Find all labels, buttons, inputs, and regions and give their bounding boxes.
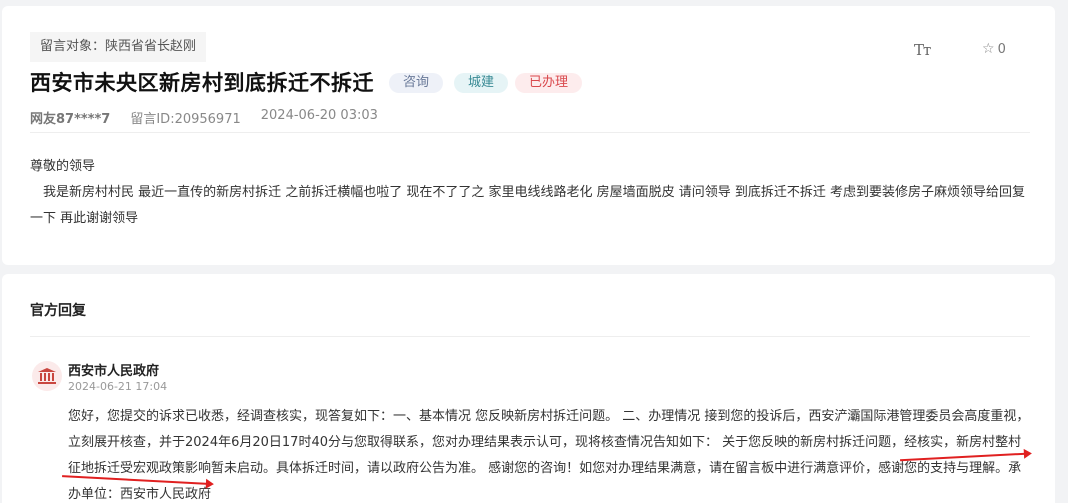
favorite-count: 0 xyxy=(997,41,1006,57)
tag-urban-construction[interactable]: 城建 xyxy=(454,73,509,93)
divider xyxy=(30,336,1030,337)
reply-section-title: 官方回复 xyxy=(30,303,86,319)
font-size-icon[interactable]: Tт xyxy=(914,41,931,59)
message-user: 网友87****7 xyxy=(30,112,111,127)
message-id: 留言ID:20956971 xyxy=(130,112,241,127)
message-body: 尊敬的领导 我是新房村村民 最近一直传的新房村拆迁 之前拆迁横幅也啦了 现在不了… xyxy=(30,154,1035,232)
divider xyxy=(30,132,1030,133)
tag-consult[interactable]: 咨询 xyxy=(389,73,444,93)
reply-org-name: 西安市人民政府 xyxy=(68,364,160,379)
message-time: 2024-06-20 03:03 xyxy=(260,108,378,123)
message-card: 留言对象：陕西省省长赵刚 西安市未央区新房村到底拆迁不拆迁 咨询 城建 已办理 … xyxy=(2,6,1055,265)
favorite-button[interactable]: ☆ 0 xyxy=(982,41,1006,57)
star-icon: ☆ xyxy=(982,41,995,57)
message-meta: 网友87****7 留言ID:20956971 2024-06-20 03:03 xyxy=(30,108,378,127)
message-title: 西安市未央区新房村到底拆迁不拆迁 xyxy=(30,71,374,95)
message-target: 留言对象：陕西省省长赵刚 xyxy=(30,32,207,62)
message-greeting: 尊敬的领导 xyxy=(30,159,96,174)
government-building-icon xyxy=(32,361,62,391)
reply-card: 官方回复 西安市人民政府 2024-06-21 17:04 您好，您提交的诉求已… xyxy=(2,274,1055,503)
status-badge: 已办理 xyxy=(515,73,583,93)
reply-time: 2024-06-21 17:04 xyxy=(68,380,168,393)
message-content: 我是新房村村民 最近一直传的新房村拆迁 之前拆迁横幅也啦了 现在不了了之 家里电… xyxy=(30,185,1026,226)
